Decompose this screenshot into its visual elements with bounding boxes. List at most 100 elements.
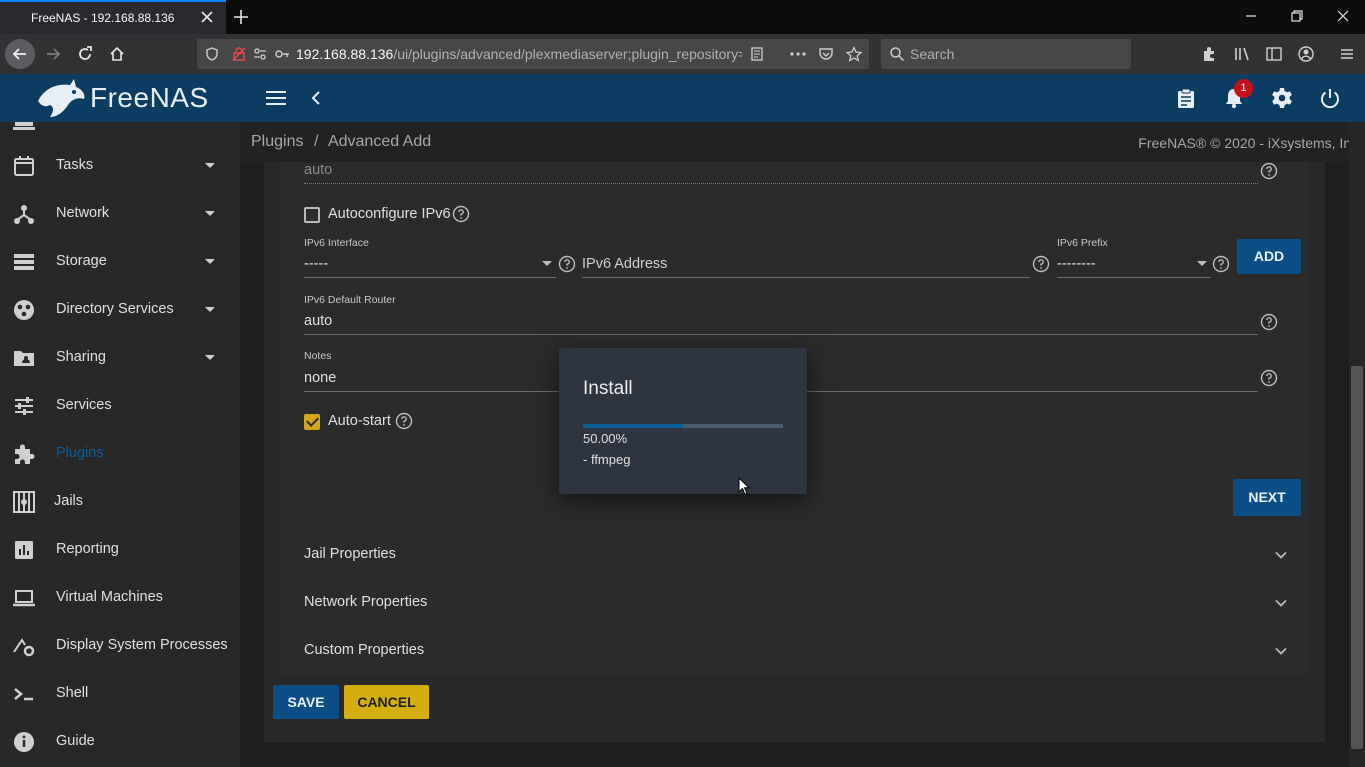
dialog-title: Install — [583, 378, 633, 399]
autoconfigure-ipv6-checkbox[interactable] — [304, 207, 320, 223]
ipv4-default-router-value[interactable]: auto — [304, 162, 332, 178]
menu-toggle-icon[interactable] — [264, 88, 288, 108]
permissions-icon[interactable] — [252, 46, 268, 62]
sidebar-item-label: Tasks — [56, 157, 94, 173]
section-network-properties[interactable]: Network Properties — [279, 579, 1308, 627]
storage-icon — [14, 254, 34, 270]
library-icon[interactable] — [1233, 45, 1251, 63]
browser-search-input[interactable]: Search — [881, 39, 1131, 69]
notes-input[interactable]: none — [304, 370, 336, 386]
sidebar: Tasks Network Storage Directory Services… — [0, 122, 240, 767]
app-header: FreeNAS 1 — [0, 74, 1365, 122]
arrow-left-icon — [12, 48, 26, 60]
copyright-text: FreeNAS® © 2020 - iXsystems, Inc. — [1138, 135, 1362, 151]
chevron-down-icon — [1275, 599, 1287, 607]
ipv6-prefix-underline — [1057, 277, 1211, 278]
help-icon[interactable] — [1212, 255, 1230, 273]
hamburger-menu-icon[interactable] — [1338, 45, 1356, 63]
help-icon[interactable] — [452, 205, 470, 223]
arrow-right-icon — [47, 48, 61, 60]
close-tab-icon[interactable] — [199, 9, 215, 25]
scrollbar-thumb[interactable] — [1351, 366, 1363, 749]
next-button[interactable]: NEXT — [1233, 479, 1301, 516]
home-button[interactable] — [103, 40, 131, 68]
sidebar-item-network[interactable]: Network — [0, 190, 240, 238]
browser-tab[interactable]: FreeNAS - 192.168.88.136 — [0, 0, 226, 34]
clipboard-tasks-icon[interactable] — [1175, 87, 1197, 109]
breadcrumb-current: Advanced Add — [327, 133, 432, 150]
caret-down-icon — [205, 163, 215, 168]
more-actions-icon[interactable] — [789, 46, 807, 62]
url-text: 192.168.88.136/ui/plugins/advanced/plexm… — [296, 46, 742, 62]
jail-icon — [13, 491, 35, 513]
tune-sliders-icon — [15, 397, 33, 415]
reload-icon — [79, 46, 92, 60]
minimize-icon[interactable] — [1243, 8, 1259, 24]
sidebar-item-display-system-processes[interactable]: Display System Processes — [0, 622, 240, 670]
section-jail-properties[interactable]: Jail Properties — [279, 531, 1308, 579]
close-window-icon[interactable] — [1335, 8, 1351, 24]
key-icon[interactable] — [274, 46, 290, 62]
reload-button[interactable] — [71, 40, 99, 68]
shield-icon[interactable] — [204, 46, 220, 62]
account-icon[interactable] — [1297, 45, 1315, 63]
help-icon[interactable] — [395, 412, 413, 430]
sidebar-item-label: Virtual Machines — [56, 589, 163, 605]
sidebar-item-sharing[interactable]: Sharing — [0, 334, 240, 382]
collapse-chevron-left-icon[interactable] — [308, 88, 324, 108]
bar-chart-icon — [15, 541, 33, 559]
forward-button[interactable] — [39, 40, 67, 68]
help-icon[interactable] — [1032, 255, 1050, 273]
extensions-puzzle-icon[interactable] — [1201, 45, 1219, 63]
ipv6-prefix-select[interactable]: -------- — [1057, 256, 1096, 272]
settings-gear-icon[interactable] — [1270, 86, 1294, 110]
url-bar[interactable]: 192.168.88.136/ui/plugins/advanced/plexm… — [197, 39, 869, 69]
help-icon[interactable] — [1260, 162, 1278, 180]
ipv6-address-input[interactable]: IPv6 Address — [582, 256, 667, 272]
sidebar-item-shell[interactable]: Shell — [0, 670, 240, 718]
sidebar-toggle-icon[interactable] — [1265, 45, 1283, 63]
sidebar-item-label: Guide — [56, 733, 95, 749]
back-button[interactable] — [5, 39, 35, 69]
sidebar-item-label: Sharing — [56, 349, 106, 365]
help-icon[interactable] — [558, 255, 576, 273]
install-dialog: Install 50.00% - ffmpeg — [559, 348, 807, 494]
cancel-button[interactable]: CANCEL — [344, 685, 429, 719]
sidebar-item-virtual-machines[interactable]: Virtual Machines — [0, 574, 240, 622]
sidebar-item-label: Shell — [56, 685, 89, 701]
browser-tab-bar: FreeNAS - 192.168.88.136 — [0, 0, 1365, 34]
section-custom-properties[interactable]: Custom Properties — [279, 627, 1308, 675]
add-ipv6-button[interactable]: ADD — [1237, 239, 1301, 274]
new-tab-icon[interactable] — [231, 7, 251, 27]
page-scrollbar[interactable] — [1349, 122, 1365, 767]
sidebar-item-label: Directory Services — [56, 301, 174, 317]
caret-down-icon — [542, 261, 552, 266]
ipv6-interface-select[interactable]: ----- — [304, 256, 328, 272]
ipv6-router-input[interactable]: auto — [304, 313, 332, 329]
help-icon[interactable] — [1260, 313, 1278, 331]
sidebar-item-guide[interactable]: Guide — [0, 718, 240, 766]
section-label: Custom Properties — [304, 642, 425, 658]
sidebar-item-plugins[interactable]: Plugins — [0, 430, 240, 478]
power-icon[interactable] — [1319, 87, 1341, 109]
sidebar-item-tasks[interactable]: Tasks — [0, 142, 240, 190]
pocket-icon[interactable] — [818, 46, 834, 62]
ipv6-interface-underline — [304, 277, 556, 278]
sidebar-item-services[interactable]: Services — [0, 382, 240, 430]
help-icon[interactable] — [1260, 369, 1278, 387]
url-host: 192.168.88.136 — [296, 46, 394, 62]
url-path: /ui/plugins/advanced/plexmediaserver;plu… — [393, 46, 742, 62]
autostart-checkbox[interactable] — [304, 414, 320, 430]
restore-icon[interactable] — [1289, 8, 1305, 24]
chevron-down-icon — [1275, 551, 1287, 559]
install-progress-fill — [583, 424, 683, 428]
sidebar-item-directory-services[interactable]: Directory Services — [0, 286, 240, 334]
bookmark-star-icon[interactable] — [846, 46, 862, 62]
insecure-lock-icon[interactable] — [231, 46, 247, 62]
sidebar-item-storage[interactable]: Storage — [0, 238, 240, 286]
sidebar-item-jails[interactable]: Jails — [0, 478, 240, 526]
reader-view-icon[interactable] — [749, 46, 765, 62]
breadcrumb-plugins-link[interactable]: Plugins — [251, 133, 303, 150]
save-button[interactable]: SAVE — [273, 685, 339, 719]
sidebar-item-reporting[interactable]: Reporting — [0, 526, 240, 574]
